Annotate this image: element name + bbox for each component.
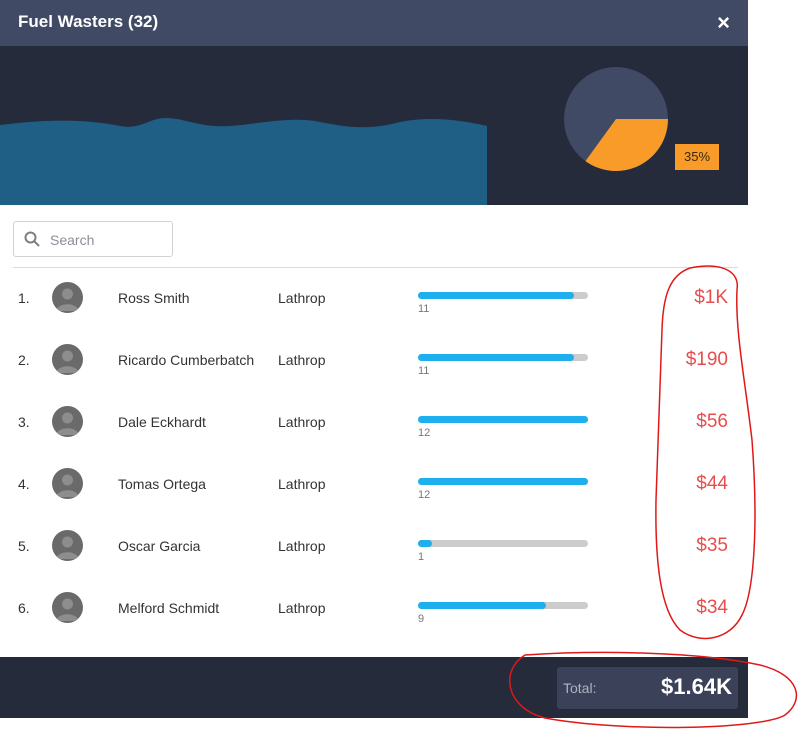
search-icon [24,231,40,247]
progress-fill [418,416,588,423]
driver-location: Lathrop [278,476,326,492]
hero-chart-area: 35% [0,46,748,205]
rank-number: 6. [18,600,30,616]
progress-bar [418,602,588,609]
driver-name[interactable]: Dale Eckhardt [118,414,206,430]
avatar [52,344,83,375]
driver-name[interactable]: Ross Smith [118,290,190,306]
progress-bar [418,478,588,485]
avatar [52,468,83,499]
waste-amount: $56 [696,411,728,432]
driver-location: Lathrop [278,290,326,306]
driver-location: Lathrop [278,414,326,430]
driver-location: Lathrop [278,538,326,554]
modal-title: Fuel Wasters (32) [18,12,159,31]
user-silhouette-icon [56,474,79,497]
list-item[interactable]: 6. Melford Schmidt Lathrop 9 $34 [0,578,748,640]
user-silhouette-icon [56,412,79,435]
progress-fill [418,602,546,609]
list-item[interactable]: 2. Ricardo Cumberbatch Lathrop 11 $190 [0,330,748,392]
avatar [52,530,83,561]
event-count: 12 [418,427,431,439]
waste-amount: $34 [696,597,728,618]
waste-amount: $44 [696,473,728,494]
driver-location: Lathrop [278,600,326,616]
user-silhouette-icon [56,288,79,311]
pie-percent-badge: 35% [675,144,719,170]
progress-fill [418,292,574,299]
list-item[interactable]: 4. Tomas Ortega Lathrop 12 $44 [0,454,748,516]
rank-number: 1. [18,290,30,306]
pie-chart [564,67,668,171]
rank-number: 3. [18,414,30,430]
avatar [52,406,83,437]
rank-number: 2. [18,352,30,368]
search-input[interactable] [48,229,170,251]
event-count: 11 [418,303,430,315]
driver-name[interactable]: Oscar Garcia [118,538,200,554]
list-item[interactable]: 1. Ross Smith Lathrop 11 $1K [0,268,748,330]
driver-name[interactable]: Melford Schmidt [118,600,219,616]
event-count: 11 [418,365,430,377]
rank-number: 4. [18,476,30,492]
progress-bar [418,354,588,361]
waste-amount: $35 [696,535,728,556]
progress-bar [418,292,588,299]
total-box: Total: $1.64K [557,667,738,709]
total-value: $1.64K [661,674,732,699]
progress-bar [418,416,588,423]
driver-location: Lathrop [278,352,326,368]
rank-number: 5. [18,538,30,554]
close-icon[interactable]: × [717,10,730,36]
fuel-wasters-modal: Fuel Wasters (32) × 35% 1. Ross Smith La… [0,0,748,718]
event-count: 1 [418,551,425,563]
list-item[interactable]: 3. Dale Eckhardt Lathrop 12 $56 [0,392,748,454]
avatar [52,282,83,313]
progress-fill [418,354,574,361]
event-count: 12 [418,489,431,501]
user-silhouette-icon [56,598,79,621]
modal-footer: Total: $1.64K [0,657,748,718]
progress-bar [418,540,588,547]
progress-fill [418,478,588,485]
search-box[interactable] [13,221,173,257]
user-silhouette-icon [56,350,79,373]
waste-amount: $1K [694,287,728,308]
progress-fill [418,540,432,547]
avatar [52,592,83,623]
waste-amount: $190 [685,349,728,370]
list-item[interactable]: 5. Oscar Garcia Lathrop 1 $35 [0,516,748,578]
user-silhouette-icon [56,536,79,559]
event-count: 9 [418,613,425,625]
total-label: Total: [563,680,597,696]
modal-header: Fuel Wasters (32) × [0,0,748,46]
driver-name[interactable]: Tomas Ortega [118,476,206,492]
driver-name[interactable]: Ricardo Cumberbatch [118,352,254,368]
